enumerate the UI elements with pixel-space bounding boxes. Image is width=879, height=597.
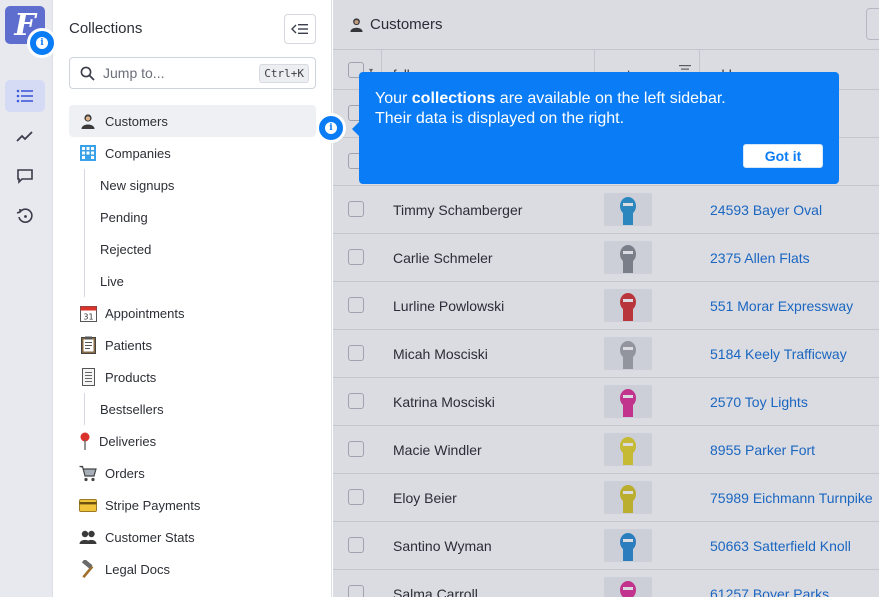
hammer-icon (79, 560, 97, 578)
collapse-left-icon (291, 24, 308, 34)
calendar-icon: 31 (79, 304, 97, 322)
sidebar-item-label: Stripe Payments (105, 497, 201, 513)
sidebar-item-label: Orders (105, 465, 145, 481)
sidebar-item-label: Rejected (100, 241, 152, 257)
got-it-button[interactable]: Got it (743, 144, 823, 168)
sidebar-item-patients[interactable]: Patients (69, 329, 316, 361)
clipboard-icon (79, 336, 97, 354)
building-icon (79, 144, 97, 162)
history-icon (16, 208, 33, 223)
sidebar-item-customers[interactable]: Customers (69, 105, 316, 137)
messages-nav-button[interactable] (5, 160, 45, 192)
sidebar-item-companies[interactable]: Companies (69, 137, 316, 169)
pin-icon (79, 432, 91, 450)
collections-list: Customers Companies New signups Pending … (69, 105, 316, 585)
collections-nav-button[interactable] (5, 80, 45, 112)
credit-card-icon (79, 496, 97, 514)
sidebar-item-label: Bestsellers (100, 401, 164, 417)
sidebar-item-stripe-payments[interactable]: Stripe Payments (69, 489, 316, 521)
sidebar-item-customer-stats[interactable]: Customer Stats (69, 521, 316, 553)
sidebar-item-live[interactable]: Live (69, 265, 316, 297)
onboarding-hint-dot[interactable]: i (27, 28, 57, 58)
sidebar-item-products[interactable]: Products (69, 361, 316, 393)
search-shortcut-badge: Ctrl+K (259, 63, 309, 83)
sidebar-item-pending[interactable]: Pending (69, 201, 316, 233)
sidebar-item-legal-docs[interactable]: Legal Docs (69, 553, 316, 585)
people-icon (79, 528, 97, 546)
dashboards-nav-button[interactable] (5, 120, 45, 152)
sidebar-item-orders[interactable]: Orders (69, 457, 316, 489)
sidebar-item-label: Customers (105, 113, 168, 129)
sidebar-item-label: Customer Stats (105, 529, 195, 545)
collapse-sidebar-button[interactable] (284, 14, 316, 44)
sidebar-item-new-signups[interactable]: New signups (69, 169, 316, 201)
sidebar-item-appointments[interactable]: 31 Appointments (69, 297, 316, 329)
info-icon: i (325, 122, 337, 134)
sidebar-item-label: Pending (100, 209, 148, 225)
sidebar-item-bestsellers[interactable]: Bestsellers (69, 393, 316, 425)
tooltip-arrow (352, 122, 359, 136)
sidebar-item-label: Products (105, 369, 157, 385)
search-placeholder: Jump to... (103, 65, 165, 81)
tooltip-text: Your (375, 90, 412, 107)
sidebar-item-rejected[interactable]: Rejected (69, 233, 316, 265)
tooltip-bold-text: collections (411, 90, 496, 107)
sidebar-item-label: Live (100, 273, 124, 289)
onboarding-tooltip: Your collections are available on the le… (352, 72, 839, 184)
collections-sidebar: Collections Jump to... Ctrl+K Customers … (54, 0, 332, 597)
sidebar-item-label: Deliveries (99, 433, 157, 449)
jump-to-search[interactable]: Jump to... Ctrl+K (69, 57, 316, 89)
chat-bubble-icon (17, 169, 33, 184)
icon-rail: F i (0, 0, 57, 597)
list-icon (16, 89, 33, 103)
onboarding-hint-dot[interactable]: i (316, 113, 346, 143)
sidebar-item-deliveries[interactable]: Deliveries (69, 425, 316, 457)
sidebar-item-label: Patients (105, 337, 152, 353)
sidebar-item-label: Legal Docs (105, 561, 171, 577)
sidebar-item-label: Appointments (105, 305, 185, 321)
search-icon (80, 66, 95, 81)
sidebar-item-label: Companies (105, 145, 171, 161)
tooltip-line-1: Your collections are available on the le… (375, 90, 726, 108)
list-doc-icon (79, 368, 97, 386)
cart-icon (79, 464, 97, 482)
sidebar-title: Collections (69, 20, 143, 37)
tooltip-line-2: Their data is displayed on the right. (375, 110, 625, 127)
trend-line-icon (16, 131, 33, 142)
info-icon: i (36, 37, 48, 49)
svg-text:31: 31 (83, 312, 93, 321)
history-nav-button[interactable] (5, 200, 45, 232)
tooltip-text: are available on the left sidebar. (495, 90, 726, 107)
sidebar-item-label: New signups (100, 177, 175, 193)
customer-person-icon (79, 112, 97, 130)
